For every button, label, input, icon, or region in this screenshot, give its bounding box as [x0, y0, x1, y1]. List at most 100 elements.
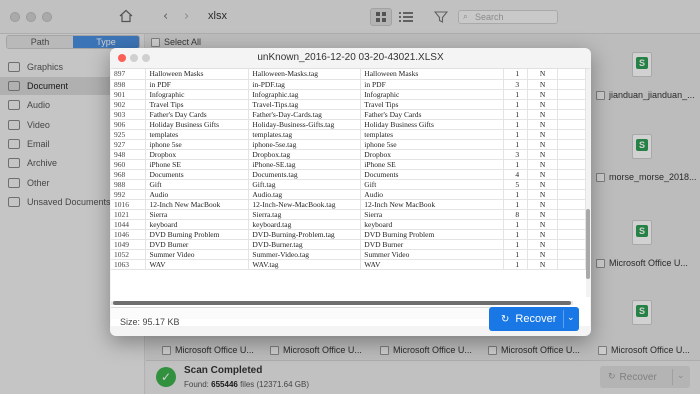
table-cell: 1044	[111, 219, 147, 230]
table-cell: 1	[503, 109, 529, 120]
table-cell: N	[527, 99, 558, 110]
table-cell: N	[527, 259, 558, 270]
table-cell: N	[527, 79, 558, 90]
table-cell: N	[527, 189, 558, 200]
table-row: 948 Dropbox Dropbox.tag Dropbox 3 N	[111, 149, 586, 160]
table-cell: 3	[503, 79, 529, 90]
table-cell-empty	[557, 79, 586, 90]
recover-icon: ↻	[501, 313, 510, 325]
table-cell: Sierra	[145, 209, 250, 220]
table-cell: N	[527, 69, 558, 80]
table-cell: N	[527, 159, 558, 170]
table-cell: 1	[503, 259, 529, 270]
table-cell: iphone 5se	[360, 139, 505, 150]
table-cell: N	[527, 219, 558, 230]
table-cell: N	[527, 179, 558, 190]
table-cell: 1063	[111, 259, 147, 270]
table-cell: 12-Inch New MacBook	[360, 199, 505, 210]
table-cell: in PDF	[360, 79, 505, 90]
table-cell: Holiday Business Gifts	[360, 119, 505, 130]
table-cell: N	[527, 209, 558, 220]
table-cell: 1	[503, 219, 529, 230]
table-cell: 925	[111, 129, 147, 140]
table-cell: 1	[503, 89, 529, 100]
table-cell-empty	[557, 159, 586, 170]
table-row: 902 Travel Tips Travel-Tips.tag Travel Tips…	[111, 99, 586, 110]
table-cell: 901	[111, 89, 147, 100]
table-cell: 1	[503, 129, 529, 140]
table-cell: Gift.tag	[248, 179, 362, 190]
table-cell: 1	[503, 119, 529, 130]
table-cell: N	[527, 199, 558, 210]
table-cell: 960	[111, 159, 147, 170]
table-cell: Documents.tag	[248, 169, 362, 180]
table-cell-empty	[557, 129, 586, 140]
chevron-down-icon[interactable]: ⌄	[567, 313, 575, 323]
table-cell: 898	[111, 79, 147, 90]
table-cell: Holiday Business Gifts	[145, 119, 250, 130]
table-row: 897 Halloween Masks Halloween-Masks.tag Hal…	[111, 69, 586, 80]
table-row: 898 in PDF in-PDF.tag in PDF 3 N	[111, 79, 586, 90]
table-row: 992 Audio Audio.tag Audio 1 N	[111, 189, 586, 200]
table-cell: N	[527, 149, 558, 160]
table-cell: DVD Burner	[145, 239, 250, 250]
file-size-label: Size: 95.17 KB	[120, 317, 180, 327]
table-cell: Sierra.tag	[248, 209, 362, 220]
table-cell: Gift	[145, 179, 250, 190]
table-cell-empty	[557, 249, 586, 260]
table-cell: Father's Day Cards	[145, 109, 250, 120]
table-cell: 988	[111, 179, 147, 190]
table-cell: 906	[111, 119, 147, 130]
table-cell: Audio.tag	[248, 189, 362, 200]
table-cell: 3	[503, 149, 529, 160]
table-cell: Halloween Masks	[360, 69, 505, 80]
table-cell: N	[527, 249, 558, 260]
table-cell: 1	[503, 189, 529, 200]
table-cell: 4	[503, 169, 529, 180]
table-cell-empty	[557, 259, 586, 270]
table-cell: Halloween-Masks.tag	[248, 69, 362, 80]
table-row: 1044 keyboard keyboard.tag keyboard 1 N	[111, 219, 586, 230]
table-cell-empty	[557, 229, 586, 240]
table-cell: N	[527, 169, 558, 180]
table-cell: 1	[503, 139, 529, 150]
vertical-scrollbar[interactable]	[586, 69, 590, 297]
table-cell: templates.tag	[248, 129, 362, 140]
table-cell: in-PDF.tag	[248, 79, 362, 90]
table-cell: 1021	[111, 209, 147, 220]
table-cell: 12-Inch-New-MacBook.tag	[248, 199, 362, 210]
table-row: 927 iphone 5se iphone-5se.tag iphone 5se 1 N	[111, 139, 586, 150]
table-cell: 1	[503, 69, 529, 80]
table-cell: 1052	[111, 249, 147, 260]
table-cell: 927	[111, 139, 147, 150]
table-cell: Father's Day Cards	[360, 109, 505, 120]
table-cell: Summer Video	[360, 249, 505, 260]
table-cell: in PDF	[145, 79, 250, 90]
table-row: 1052 Summer Video Summer-Video.tag Summer V…	[111, 249, 586, 260]
table-cell: Travel-Tips.tag	[248, 99, 362, 110]
table-cell: 1016	[111, 199, 147, 210]
table-row: 1063 WAV WAV.tag WAV 1 N	[111, 259, 586, 270]
table-cell-empty	[557, 219, 586, 230]
table-cell-empty	[557, 69, 586, 80]
table-cell: Dropbox	[145, 149, 250, 160]
table-cell: N	[527, 239, 558, 250]
preview-dialog: unKnown_2016-12-20 03-20-43021.XLSX 897 H…	[110, 48, 591, 336]
table-cell: iPhone-SE.tag	[248, 159, 362, 170]
table-cell: 948	[111, 149, 147, 160]
spreadsheet-preview[interactable]: 897 Halloween Masks Halloween-Masks.tag Hal…	[111, 68, 590, 326]
dialog-recover-button[interactable]: ↻ Recover ⌄	[489, 307, 579, 331]
table-cell: 897	[111, 69, 147, 80]
table-cell: Audio	[360, 189, 505, 200]
table-cell: WAV.tag	[248, 259, 362, 270]
table-cell-empty	[557, 239, 586, 250]
table-cell-empty	[557, 119, 586, 130]
table-cell: Infographic	[360, 89, 505, 100]
table-cell: DVD Burning Problem	[360, 229, 505, 240]
horizontal-scrollbar[interactable]	[111, 301, 573, 305]
table-cell-empty	[557, 199, 586, 210]
table-cell: 992	[111, 189, 147, 200]
table-cell: 1049	[111, 239, 147, 250]
table-cell: Infographic.tag	[248, 89, 362, 100]
table-cell: Travel Tips	[145, 99, 250, 110]
